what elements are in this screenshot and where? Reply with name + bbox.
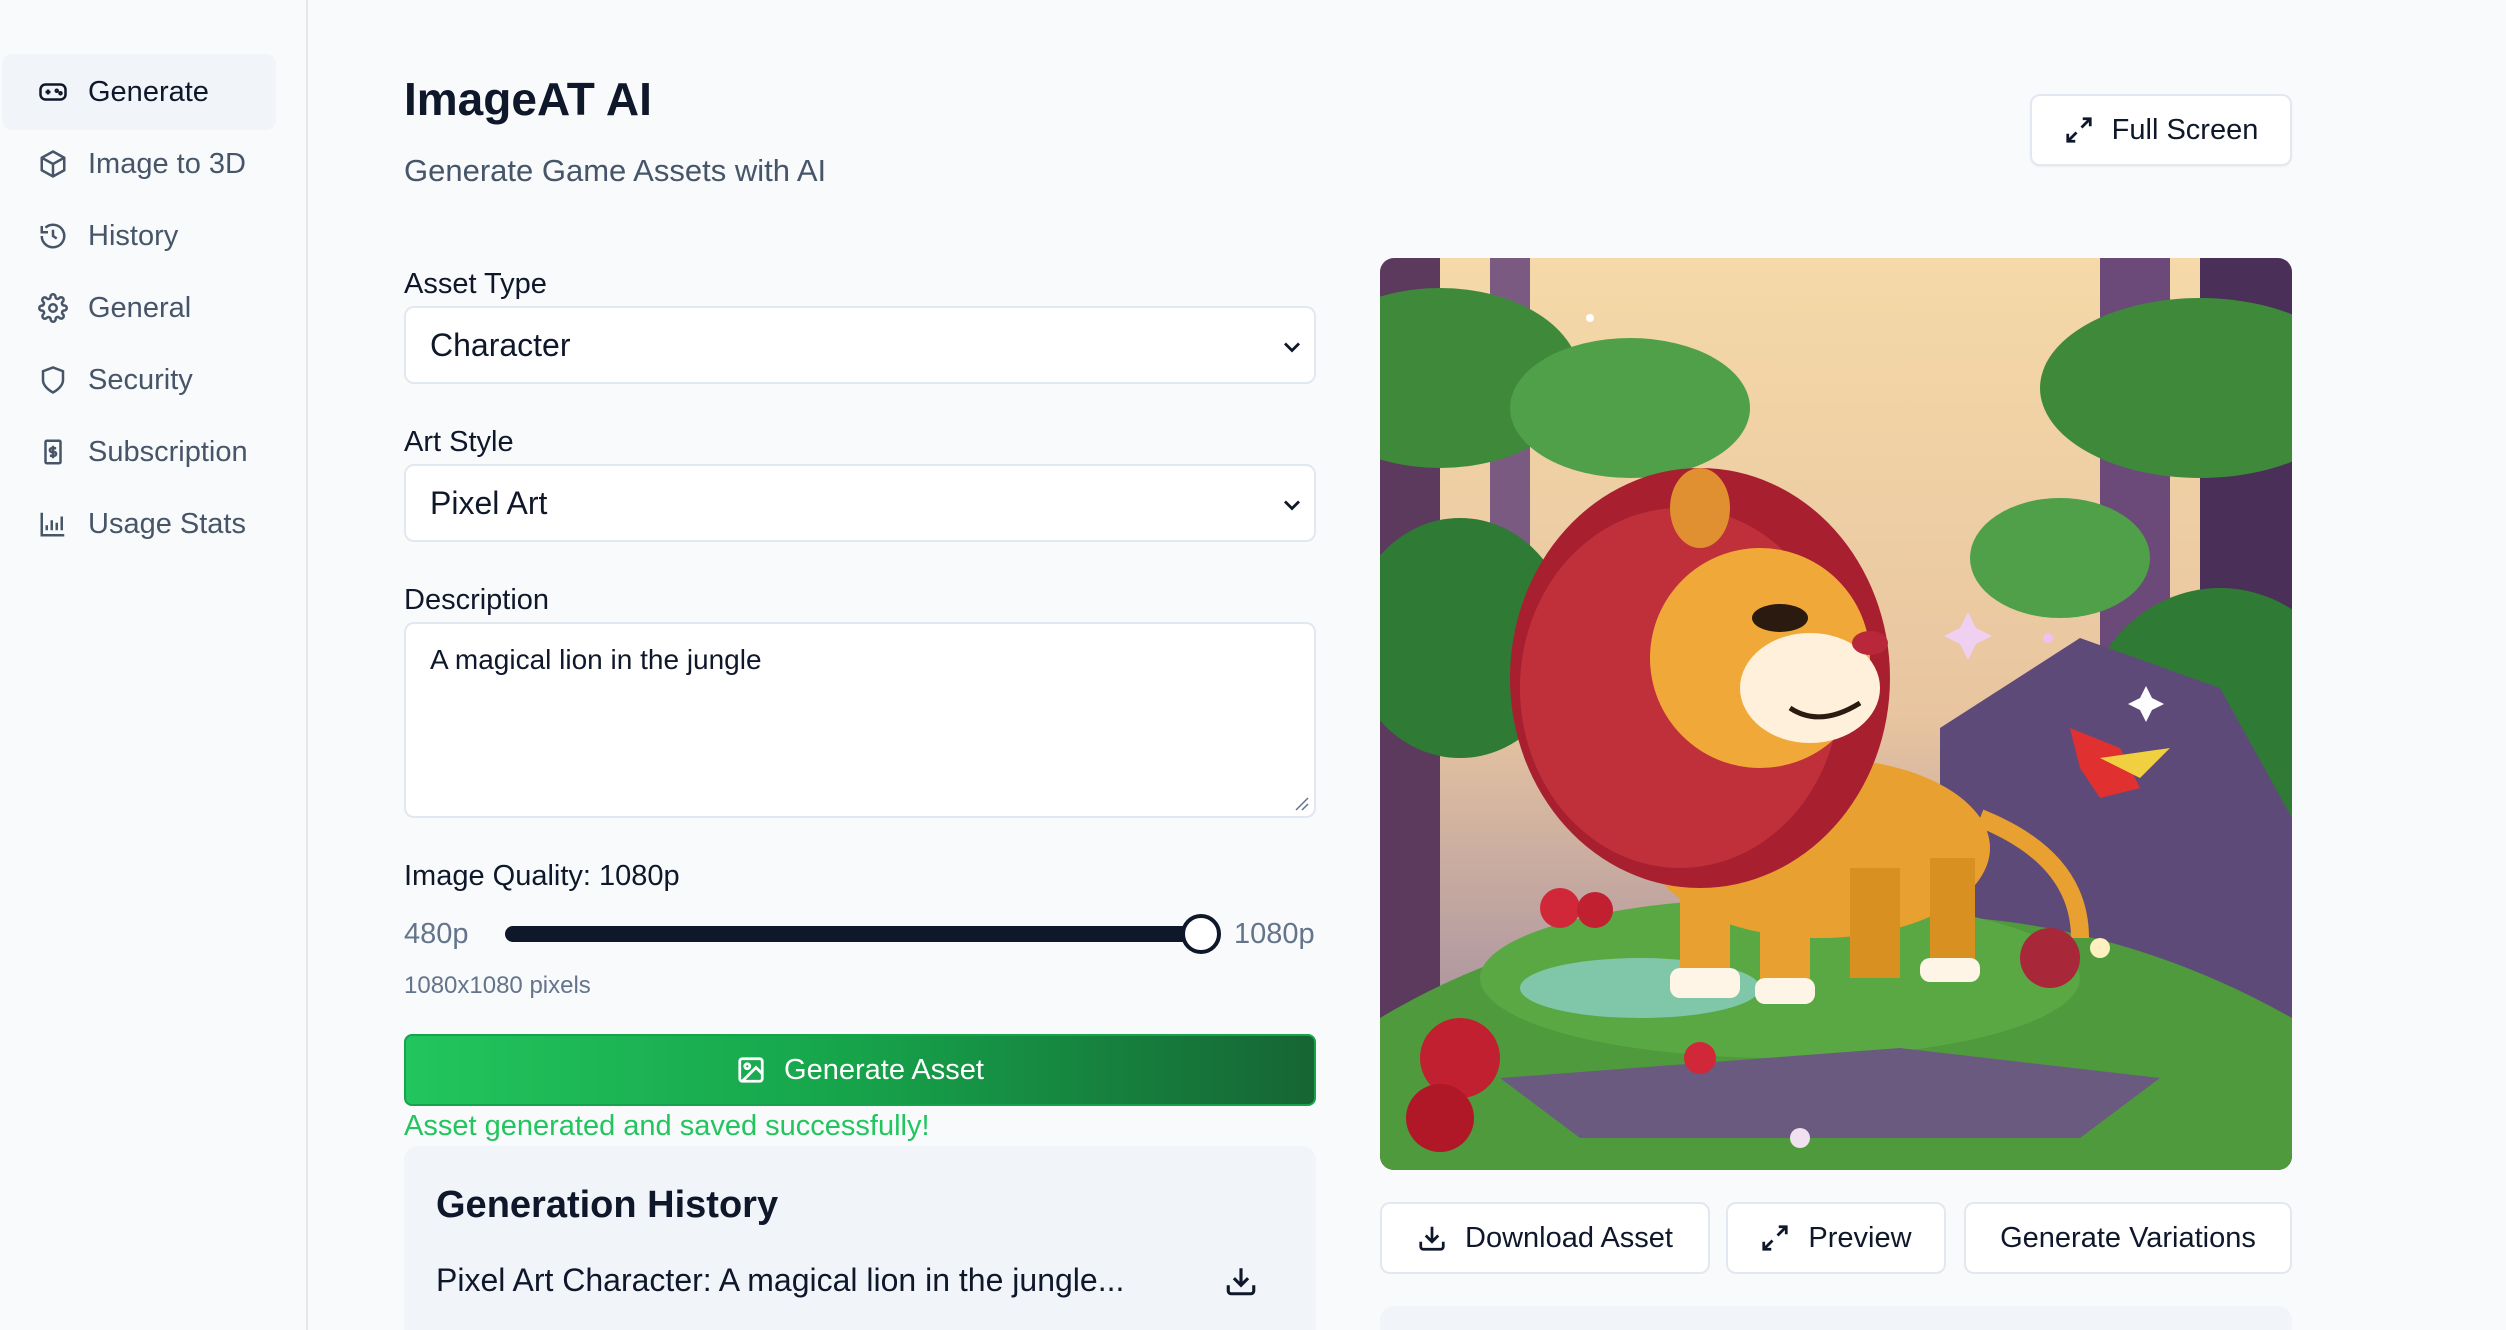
description-value: A magical lion in the jungle — [430, 644, 762, 675]
download-icon[interactable] — [1224, 1264, 1258, 1298]
chevron-down-icon — [1278, 332, 1306, 360]
generate-asset-label: Generate Asset — [784, 1053, 984, 1086]
page-title: ImageAT AI — [404, 73, 652, 125]
generated-asset-image — [1380, 258, 2292, 1170]
cube-icon — [38, 149, 68, 179]
generation-history-title: Generation History — [436, 1184, 779, 1226]
art-style-label: Art Style — [404, 426, 514, 458]
asset-type-label: Asset Type — [404, 268, 547, 300]
asset-type-value: Character — [430, 326, 571, 363]
sidebar-item-general[interactable]: General — [2, 270, 276, 346]
expand-icon — [2064, 115, 2094, 145]
generate-asset-button[interactable]: Generate Asset — [404, 1034, 1316, 1106]
asset-type-select[interactable]: Character — [404, 306, 1316, 384]
sidebar-item-label: Subscription — [88, 435, 248, 468]
sidebar-item-label: History — [88, 219, 179, 252]
quality-max-label: 1080p — [1234, 918, 1315, 950]
description-label: Description — [404, 584, 550, 616]
art-style-value: Pixel Art — [430, 484, 548, 521]
quality-slider-fill — [505, 926, 1201, 942]
sidebar-item-label: Image to 3D — [88, 147, 246, 180]
generate-variations-label: Generate Variations — [2000, 1221, 2256, 1254]
quality-min-label: 480p — [404, 918, 469, 950]
sidebar-item-label: Usage Stats — [88, 507, 246, 540]
page-subtitle: Generate Game Assets with AI — [404, 153, 827, 188]
sidebar-item-usage-stats[interactable]: Usage Stats — [2, 486, 276, 562]
sidebar-item-security[interactable]: Security — [2, 342, 276, 418]
sidebar-item-label: Generate — [88, 75, 209, 108]
history-item-label[interactable]: Pixel Art Character: A magical lion in t… — [436, 1262, 1124, 1299]
bar-chart-icon — [38, 509, 68, 539]
chevron-down-icon — [1278, 490, 1306, 518]
sidebar-item-image-to-3d[interactable]: Image to 3D — [2, 126, 276, 202]
preview-details-panel — [1380, 1306, 2292, 1330]
image-icon — [736, 1055, 766, 1085]
sidebar-item-history[interactable]: History — [2, 198, 276, 274]
expand-icon — [1760, 1223, 1790, 1253]
generate-variations-button[interactable]: Generate Variations — [1964, 1202, 2292, 1274]
art-style-select[interactable]: Pixel Art — [404, 464, 1316, 542]
sidebar: Generate Image to 3D History General Sec… — [0, 0, 308, 1330]
gamepad-icon — [38, 77, 68, 107]
sidebar-item-label: Security — [88, 363, 193, 396]
full-screen-button[interactable]: Full Screen — [2030, 94, 2292, 166]
gear-icon — [38, 293, 68, 323]
preview-button[interactable]: Preview — [1726, 1202, 1946, 1274]
preview-label: Preview — [1808, 1221, 1912, 1254]
download-asset-button[interactable]: Download Asset — [1380, 1202, 1710, 1274]
sidebar-item-generate[interactable]: Generate — [2, 54, 276, 130]
history-icon — [38, 221, 68, 251]
image-quality-label: Image Quality: 1080p — [404, 860, 680, 892]
description-textarea[interactable]: A magical lion in the jungle — [404, 622, 1316, 818]
receipt-icon — [38, 437, 68, 467]
shield-icon — [38, 365, 68, 395]
generation-history-panel: Generation History Pixel Art Character: … — [404, 1146, 1316, 1330]
sidebar-item-label: General — [88, 291, 192, 324]
sidebar-item-subscription[interactable]: Subscription — [2, 414, 276, 490]
quality-slider[interactable] — [505, 914, 1221, 954]
resize-grip-icon[interactable] — [1292, 794, 1310, 812]
download-icon — [1417, 1223, 1447, 1253]
pixel-dimensions: 1080x1080 pixels — [404, 972, 591, 999]
download-asset-label: Download Asset — [1465, 1221, 1673, 1254]
success-message: Asset generated and saved successfully! — [404, 1110, 930, 1142]
full-screen-label: Full Screen — [2111, 113, 2259, 146]
lion-jungle-illustration — [1380, 258, 2292, 1170]
quality-slider-thumb[interactable] — [1181, 914, 1221, 954]
